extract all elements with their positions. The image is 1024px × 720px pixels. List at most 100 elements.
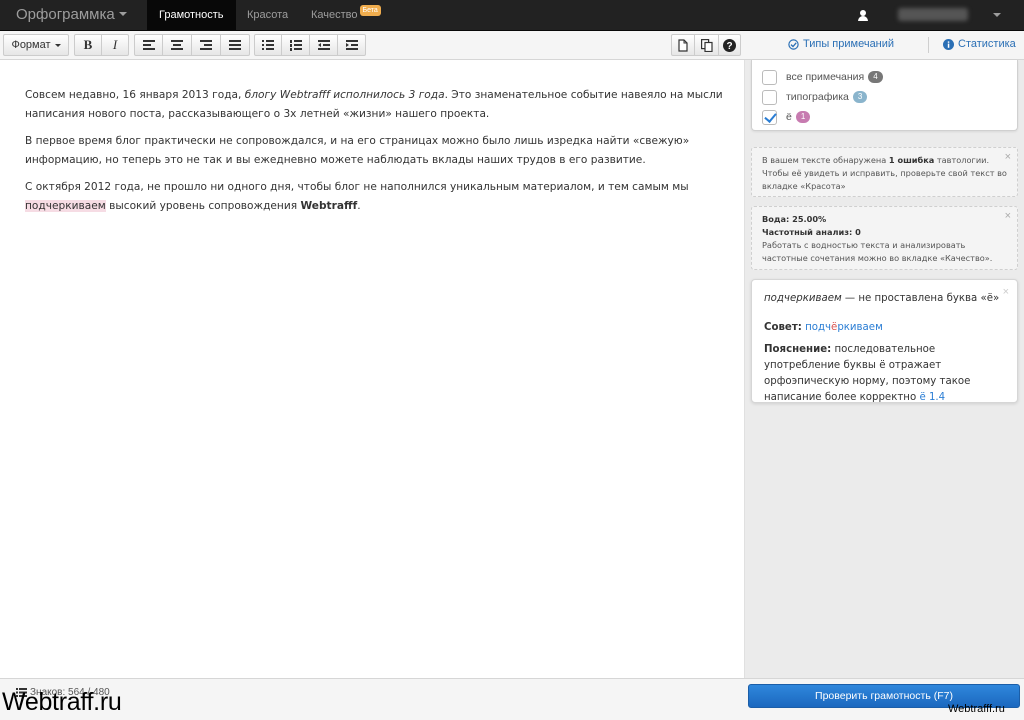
count-badge: 1 [795,111,811,123]
filter-all-notes[interactable]: все примечания 4 [762,69,883,85]
checkbox[interactable] [762,69,777,85]
bold-icon: B [83,37,93,52]
paragraph-3: С октября 2012 года, не прошло ни одного… [25,178,725,216]
svg-text:?: ? [726,41,732,52]
notice-text: Работать с водностью текста и анализиров… [762,240,993,263]
count-badge: 4 [868,71,883,83]
paragraph-3-text-c: . [357,200,361,212]
issue-line: подчеркиваем — не проставлена буква «ё» [764,291,1009,307]
paragraph-3-text-a: С октября 2012 года, не прошло ни одного… [25,181,689,193]
tab-quality-label: Качество [311,9,358,21]
format-label: Формат [11,39,51,51]
editor-toolbar: Формат B I ? [0,31,745,60]
filter-label: типографика [786,91,849,103]
bullet-list-button[interactable] [254,34,282,56]
note-filters-panel: все примечания 4 типографика 3 ё 1 [751,60,1018,131]
align-justify-icon [229,40,241,50]
water-value: Вода: 25.00% [762,214,827,224]
watermark-right: Webtrafff.ru [948,703,1005,715]
tab-quality[interactable]: Качество Бета [299,0,393,31]
flagged-word[interactable]: подчеркиваем [25,200,106,212]
tab-grammar[interactable]: Грамотность [147,0,236,31]
side-header-divider [928,37,929,53]
tab-beauty-label: Красота [247,9,289,21]
note-types-link[interactable]: Типы примечаний [788,38,894,50]
filter-yo[interactable]: ё 1 [762,109,811,125]
question-circle-icon: ? [723,38,736,52]
suggestion-card: × подчеркиваем — не проставлена буква «ё… [751,279,1018,403]
outdent-icon [317,40,330,50]
checkbox[interactable] [762,89,777,105]
check-circle-icon [788,38,799,50]
align-right-icon [200,40,212,50]
note-types-label: Типы примечаний [803,38,895,50]
checkbox-checked[interactable] [762,109,777,125]
check-grammar-label: Проверить грамотность (F7) [815,690,953,702]
paragraph-1: Совсем недавно, 16 января 2013 года, бло… [25,86,725,124]
copy-button[interactable] [695,34,719,56]
document-icon [678,38,688,52]
copy-icon [700,38,713,52]
paragraph-1-text-a: Совсем недавно, 16 января 2013 года, [25,89,245,101]
tautology-notice: × В вашем тексте обнаружена 1 ошибка тав… [751,147,1018,197]
paragraph-2: В первое время блог практически не сопро… [25,132,725,170]
align-left-button[interactable] [134,34,163,56]
statistics-link[interactable]: Статистика [943,38,1016,50]
quality-notice: × Вода: 25.00% Частотный анализ: 0 Работ… [751,206,1018,270]
align-center-button[interactable] [163,34,192,56]
advice-label: Совет: [764,322,802,333]
close-icon[interactable]: × [1005,151,1011,164]
chevron-down-icon [54,43,61,47]
bold-button[interactable]: B [74,34,102,56]
paragraph-2-text: В первое время блог практически не сопро… [25,135,690,166]
statistics-label: Статистика [958,38,1016,50]
advice-suggestion[interactable]: подчёркиваем [805,322,883,333]
tab-grammar-label: Грамотность [159,9,224,21]
help-button[interactable]: ? [719,34,741,56]
align-right-button[interactable] [192,34,221,56]
beta-badge: Бета [359,5,381,16]
app-menu[interactable]: Орфограммка [16,6,127,23]
top-navbar: Орфограммка Грамотность Красота Качество… [0,0,1024,31]
notice-bold: 1 ошибка [888,155,935,165]
notice-text: В вашем тексте обнаружена [762,155,889,165]
advice-line: Совет: подчёркиваем [764,320,1009,336]
new-document-button[interactable] [671,34,695,56]
username-blurred[interactable] [898,8,968,21]
filter-label: ё [786,111,792,123]
count-badge: 3 [852,91,868,103]
text-editor[interactable]: Совсем недавно, 16 января 2013 года, бло… [0,60,745,678]
advice-part: подч [805,322,832,333]
info-circle-icon [943,38,954,50]
user-menu-chevron-icon[interactable] [993,13,1001,17]
paragraph-3-text-b: высокий уровень сопровождения [105,200,301,212]
watermark-left: Webtraff.ru [2,688,122,716]
explanation-label: Пояснение: [764,344,832,355]
frequency-value: Частотный анализ: 0 [762,227,861,237]
outdent-button[interactable] [310,34,338,56]
close-icon[interactable]: × [1005,210,1011,223]
tab-beauty[interactable]: Красота [235,0,300,31]
indent-button[interactable] [338,34,366,56]
paragraph-3-bold: Webtrafff [300,200,358,212]
filter-label: все примечания [786,71,865,83]
indent-icon [345,40,358,50]
numbered-list-button[interactable] [282,34,310,56]
flagged-word-label: подчеркиваем [764,293,842,304]
align-justify-button[interactable] [221,34,250,56]
align-left-icon [142,40,155,50]
user-icon[interactable] [858,10,868,21]
numbered-list-icon [289,39,302,51]
explanation-line: Пояснение: последовательное употребление… [764,342,1009,406]
issue-text: — не проставлена буква «ё» [841,293,1000,304]
italic-button[interactable]: I [102,34,129,56]
advice-part: ркиваем [837,322,883,333]
chevron-down-icon [118,12,127,17]
italic-icon: I [112,37,118,52]
app-title: Орфограммка [16,6,115,23]
rule-link[interactable]: ё 1.4 [919,392,945,403]
align-center-icon [171,40,183,50]
format-dropdown[interactable]: Формат [3,34,69,56]
filter-typography[interactable]: типографика 3 [762,89,868,105]
bullet-list-icon [262,40,274,50]
